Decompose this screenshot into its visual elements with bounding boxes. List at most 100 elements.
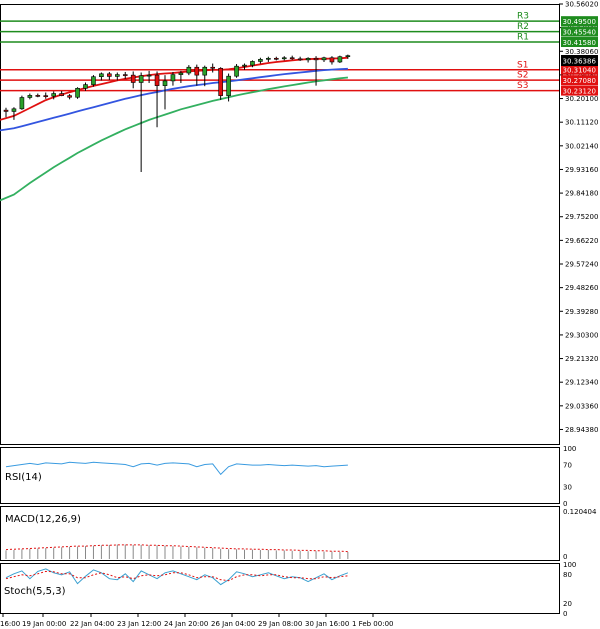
price-tick-label: 29.48260	[565, 284, 598, 292]
candle-body-up	[321, 57, 327, 61]
price-tick-label: 28.94380	[565, 426, 598, 434]
time-tick-label: 24 Jan 20:00	[164, 620, 208, 628]
candle-body-up	[115, 74, 120, 77]
price-tick-label: 29.39280	[565, 308, 598, 316]
macd-pane: MACD(12,26,9) 0.120404 0	[0, 506, 597, 561]
candle-body-up	[345, 55, 351, 57]
price-tick-label: 29.75200	[565, 213, 598, 221]
stoch-axis: 100 80 20 0	[563, 561, 576, 618]
price-tick-label: 30.02140	[565, 142, 598, 150]
rsi-pane-frame	[0, 447, 560, 504]
time-tick-label: 23 Jan 12:00	[117, 620, 161, 628]
trading-chart: R3R2R1S1S2S3 30.5602030.4704030.3806030.…	[0, 1, 598, 628]
candle-body-down	[3, 109, 9, 112]
candle-body-down	[210, 66, 215, 69]
candle-body-down	[329, 57, 335, 63]
candle-body-up	[138, 75, 144, 83]
price-tick-label: 29.30300	[565, 331, 598, 339]
time-tick-label: 19 Jan 00:00	[22, 620, 66, 628]
candle-body-down	[273, 57, 279, 60]
macd-tick-label: 0.120404	[563, 508, 597, 516]
price-tick-label: 30.20100	[565, 95, 598, 103]
candle-body-up	[19, 97, 25, 110]
time-tick-label: 30 Jan 16:00	[305, 620, 349, 628]
rsi-pane: RSI(14) 100 70 30 0	[0, 445, 576, 508]
time-tick-label: 1 Feb 00:00	[352, 620, 393, 628]
candle-body-down	[59, 93, 64, 96]
candle-body-up	[170, 74, 176, 82]
level-tag-value: 30.27080	[563, 77, 596, 85]
time-tick-label: 22 Jan 04:00	[70, 620, 114, 628]
candle-body-up	[11, 108, 17, 112]
level-tag-value: 30.23120	[563, 87, 596, 95]
candle-body-down	[107, 73, 112, 77]
stoch-pane-frame	[0, 563, 560, 614]
stoch-tick-label: 0	[563, 610, 567, 618]
level-tag-value: 30.31040	[563, 67, 596, 75]
price-tick-label: 30.38060	[565, 48, 598, 56]
level-label-r2: R2	[517, 22, 529, 32]
candle-body-up	[75, 87, 80, 98]
level-label-s1: S1	[517, 60, 528, 70]
candle-body-up	[51, 93, 57, 97]
macd-label: MACD(12,26,9)	[5, 514, 81, 525]
candle	[19, 95, 25, 110]
candle-body-down	[313, 57, 319, 61]
rsi-axis: 100 70 30 0	[563, 445, 576, 508]
candle-body-down	[130, 74, 136, 83]
stoch-pane: Stoch(5,5,3) 100 80 20 0	[0, 561, 576, 618]
stoch-tick-label: 20	[563, 600, 572, 608]
time-tick-label: 16:00	[0, 620, 20, 628]
rsi-tick-label: 0	[563, 500, 567, 508]
candle	[218, 67, 223, 100]
candle-body-up	[146, 74, 152, 77]
candle-body-down	[154, 74, 160, 86]
candle-body-up	[178, 72, 184, 75]
candle-body-down	[35, 95, 41, 97]
price-tick-label: 29.84180	[565, 190, 598, 198]
stoch-tick-label: 100	[563, 561, 576, 569]
level-tag-value: 30.49500	[563, 18, 596, 26]
stoch-tick-label: 80	[563, 571, 572, 579]
stoch-label: Stoch(5,5,3)	[4, 586, 66, 597]
main-pane: R3R2R1S1S2S3 30.5602030.4704030.3806030.…	[0, 1, 598, 445]
time-tick-label: 29 Jan 08:00	[258, 620, 302, 628]
price-tick-label: 29.57240	[565, 261, 598, 269]
candle-body-up	[250, 61, 255, 66]
candle	[75, 87, 80, 99]
current-price-tag: 30.36386	[561, 55, 598, 66]
candle-body-down	[122, 74, 128, 76]
price-tick-label: 29.93160	[565, 166, 598, 174]
price-tick-label: 29.21320	[565, 355, 598, 363]
current-price-label: 30.36386	[563, 58, 597, 66]
time-axis: 16:00 19 Jan 00:00 22 Jan 04:00 23 Jan 12:0…	[0, 613, 393, 628]
candle-body-up	[258, 59, 263, 62]
candle-body-up	[234, 65, 239, 77]
candle-body-up	[83, 84, 88, 89]
macd-pane-frame	[0, 506, 560, 561]
candle-body-up	[337, 56, 343, 63]
candle-body-up	[305, 57, 311, 61]
price-tick-label: 29.03360	[565, 402, 598, 410]
candle-body-up	[281, 57, 287, 60]
level-label-r1: R1	[517, 33, 529, 43]
level-label-r3: R3	[517, 12, 529, 22]
candle-body-down	[194, 66, 200, 76]
candle-body-down	[43, 95, 49, 97]
level-label-s3: S3	[517, 81, 528, 91]
candle-body-up	[162, 80, 168, 86]
price-tick-label: 29.12340	[565, 379, 598, 387]
price-tick-label: 30.56020	[565, 1, 598, 9]
level-label-s2: S2	[517, 71, 528, 81]
candle-body-down	[218, 67, 223, 96]
price-tick-label: 30.11120	[565, 119, 598, 127]
rsi-tick-label: 100	[563, 445, 576, 453]
level-tag-value: 30.45540	[563, 28, 596, 36]
rsi-tick-label: 30	[563, 484, 572, 492]
price-tick-label: 29.66220	[565, 237, 598, 245]
rsi-tick-label: 70	[563, 462, 572, 470]
candle-body-up	[242, 64, 247, 67]
candle-body-down	[67, 95, 72, 98]
candle-body-up	[186, 66, 192, 74]
candle-body-down	[297, 58, 303, 61]
